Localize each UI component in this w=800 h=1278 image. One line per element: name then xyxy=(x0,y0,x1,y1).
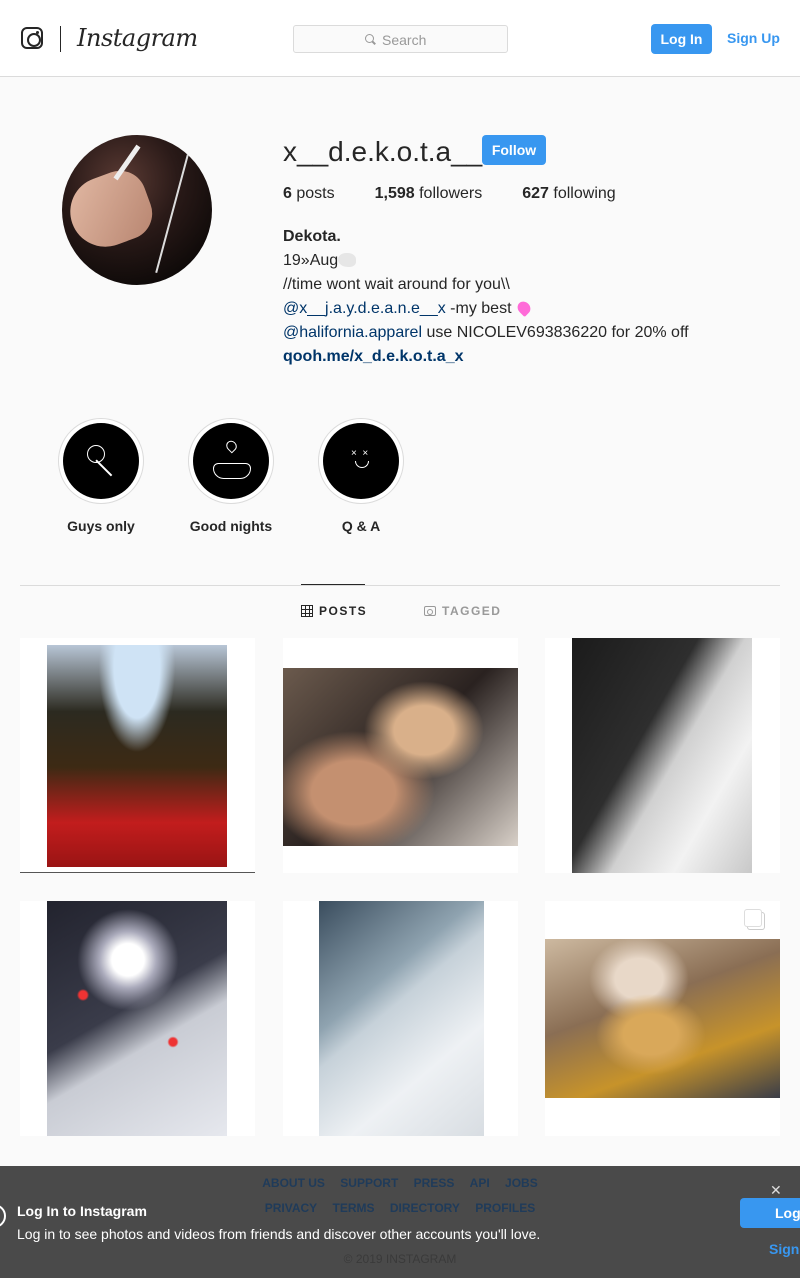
smiley-icon xyxy=(323,423,399,499)
post-thumbnail[interactable] xyxy=(545,638,780,873)
bio-line-2: //time wont wait around for you\\ xyxy=(283,276,510,293)
banner-text: Log in to see photos and videos from fri… xyxy=(17,1226,541,1242)
post-photo xyxy=(47,901,227,1136)
post-thumbnail[interactable] xyxy=(545,901,780,1136)
bio-mention-link[interactable]: @x__j.a.y.d.e.a.n.e__x xyxy=(283,300,446,317)
bio-external-link[interactable]: qooh.me/x_d.e.k.o.t.a_x xyxy=(283,345,783,369)
bio-mention-link-2[interactable]: @halifornia.apparel xyxy=(283,324,422,341)
stat-posts: 6 posts xyxy=(283,185,335,202)
profile-full-name: Dekota. xyxy=(283,228,341,245)
top-nav: Instagram Search Log In Sign Up xyxy=(0,0,800,77)
post-thumbnail[interactable] xyxy=(20,638,255,873)
highlight-label: Guys only xyxy=(67,518,135,534)
instagram-wordmark-logo[interactable]: Instagram xyxy=(77,24,198,52)
instagram-camera-icon[interactable] xyxy=(21,27,43,49)
footer-links-row-1: ABOUT US SUPPORT PRESS API JOBS xyxy=(0,1176,800,1190)
divider xyxy=(60,26,61,52)
highlight-label: Good nights xyxy=(189,518,273,534)
footer-link-privacy[interactable]: PRIVACY xyxy=(265,1201,317,1215)
post-photo xyxy=(283,668,518,846)
footer-link-api[interactable]: API xyxy=(470,1176,490,1190)
post-photo xyxy=(47,645,227,867)
post-photo xyxy=(545,939,780,1098)
tab-tagged-label: TAGGED xyxy=(442,604,502,618)
active-tab-indicator xyxy=(301,584,365,585)
highlight-ring xyxy=(318,418,404,504)
bio-line-3: @x__j.a.y.d.e.a.n.e__x -my best xyxy=(283,297,783,321)
highlight-item[interactable]: Good nights xyxy=(188,418,274,534)
footer-link-profiles[interactable]: PROFILES xyxy=(475,1201,535,1215)
grid-icon xyxy=(301,605,313,617)
footer-link-directory[interactable]: DIRECTORY xyxy=(390,1201,460,1215)
heart-emoji-icon xyxy=(514,298,533,318)
highlight-ring xyxy=(188,418,274,504)
profile-bio: Dekota. 19»Aug //time wont wait around f… xyxy=(283,225,783,369)
footer-link-about[interactable]: ABOUT US xyxy=(262,1176,325,1190)
stat-following[interactable]: 627 following xyxy=(522,185,615,203)
login-button[interactable]: Log In xyxy=(651,24,712,54)
highlight-item[interactable]: Guys only xyxy=(58,418,144,534)
bio-line-1: 19»Aug xyxy=(283,249,783,273)
multiple-photos-icon xyxy=(744,909,762,927)
post-thumbnail[interactable] xyxy=(283,901,518,1136)
search-placeholder: Search xyxy=(382,32,427,48)
signup-link[interactable]: Sign Up xyxy=(727,30,780,46)
hands-icon xyxy=(193,423,269,499)
avatar-earphone-wire xyxy=(155,146,191,274)
avatar-hand xyxy=(62,163,160,257)
stat-followers[interactable]: 1,598 followers xyxy=(375,185,483,203)
post-photo xyxy=(572,638,752,873)
tagged-icon xyxy=(424,606,436,616)
tab-posts[interactable]: POSTS xyxy=(301,604,367,618)
profile-avatar[interactable] xyxy=(62,135,212,285)
footer-login-banner: ABOUT US SUPPORT PRESS API JOBS PRIVACY … xyxy=(0,1166,800,1278)
bio-line-4: @halifornia.apparel use NICOLEV693836220… xyxy=(283,324,689,341)
footer-link-press[interactable]: PRESS xyxy=(414,1176,455,1190)
rose-icon xyxy=(63,423,139,499)
banner-login-button[interactable]: Log xyxy=(740,1198,800,1228)
post-thumbnail[interactable] xyxy=(20,901,255,1136)
post-photo xyxy=(319,901,484,1136)
banner-title: Log In to Instagram xyxy=(17,1203,147,1219)
follow-button[interactable]: Follow xyxy=(482,135,546,165)
search-icon xyxy=(365,34,374,43)
highlight-label: Q & A xyxy=(341,518,381,534)
post-thumbnail[interactable] xyxy=(283,638,518,873)
tab-tagged[interactable]: TAGGED xyxy=(424,604,501,618)
dove-emoji-icon xyxy=(338,253,357,267)
footer-copyright: © 2019 INSTAGRAM xyxy=(343,1252,457,1266)
highlight-item[interactable]: Q & A xyxy=(318,418,404,534)
tabs-divider xyxy=(20,585,780,586)
footer-link-support[interactable]: SUPPORT xyxy=(340,1176,398,1190)
close-icon[interactable]: ✕ xyxy=(770,1182,782,1199)
search-input[interactable]: Search xyxy=(293,25,508,53)
footer-link-jobs[interactable]: JOBS xyxy=(505,1176,538,1190)
highlight-ring xyxy=(58,418,144,504)
profile-stats: 6 posts 1,598 followers 627 following xyxy=(283,185,616,203)
tab-posts-label: POSTS xyxy=(319,604,368,618)
profile-username: x__d.e.k.o.t.a__x xyxy=(283,136,497,167)
banner-signup-link[interactable]: Sign xyxy=(769,1241,799,1257)
footer-link-terms[interactable]: TERMS xyxy=(333,1201,375,1215)
